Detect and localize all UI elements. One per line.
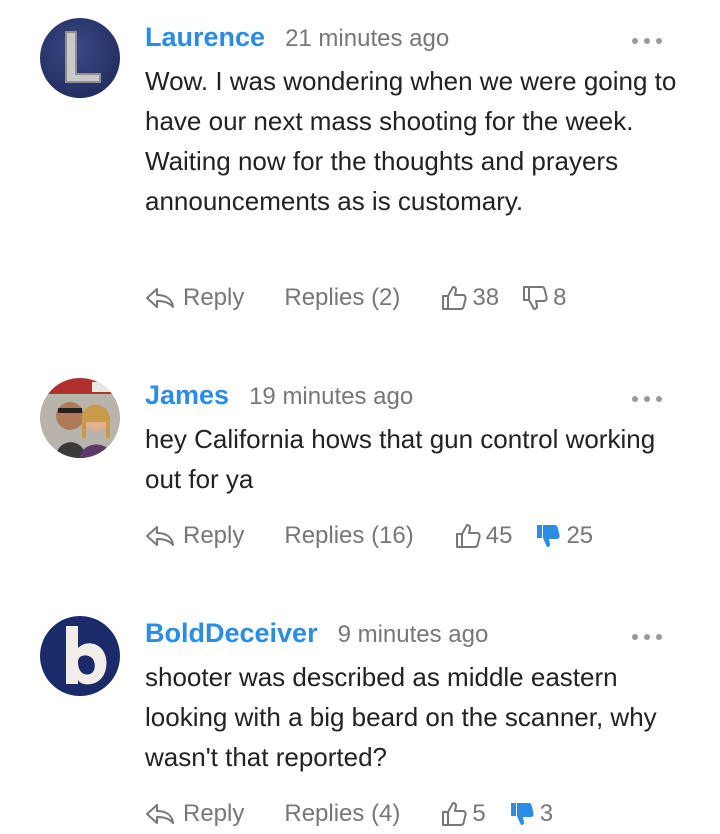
replies-button[interactable]: Replies (4): [284, 800, 400, 828]
timestamp: 9 minutes ago: [337, 621, 489, 648]
reply-label: Reply: [183, 284, 245, 311]
comment-actions: Reply Replies (4) 5 3: [145, 794, 553, 834]
upvote-count: 5: [472, 800, 486, 827]
letter-b-avatar-icon: [40, 616, 120, 696]
timestamp: 21 minutes ago: [285, 25, 450, 52]
comment-text: Wow. I was wondering when we were going …: [145, 66, 677, 216]
comment-text: hey California hows that gun control wor…: [145, 424, 656, 494]
comment-actions: Reply Replies (2) 38 8: [145, 278, 566, 318]
comment-header: BoldDeceiver 9 minutes ago: [145, 618, 488, 654]
replies-label: Replies (4): [284, 800, 401, 827]
author-name[interactable]: James: [145, 380, 229, 411]
comment-header: James 19 minutes ago: [145, 380, 413, 416]
downvote-count: 8: [553, 284, 567, 311]
thumbs-down-filled-icon: [510, 803, 534, 825]
downvote-count: 25: [566, 522, 594, 549]
downvote-button[interactable]: 25: [534, 522, 593, 550]
upvote-button[interactable]: 45: [454, 522, 513, 550]
upvote-count: 38: [472, 284, 500, 311]
upvote-count: 45: [485, 522, 513, 549]
author-name[interactable]: BoldDeceiver: [145, 618, 318, 649]
reply-label: Reply: [183, 800, 245, 827]
upvote-button[interactable]: 38: [440, 284, 499, 312]
replies-button[interactable]: Replies (2): [284, 284, 400, 312]
comment-header: Laurence 21 minutes ago: [145, 22, 449, 58]
thumbs-up-icon: [442, 802, 468, 826]
replies-label: Replies (16): [284, 522, 414, 549]
reply-button[interactable]: Reply: [145, 284, 244, 312]
comment-actions: Reply Replies (16) 45 25: [145, 516, 593, 556]
avatar[interactable]: [40, 378, 120, 458]
user-photo-icon: [40, 378, 120, 458]
letter-l-avatar-icon: [40, 18, 120, 98]
thumbs-down-filled-icon: [537, 525, 561, 547]
reply-button[interactable]: Reply: [145, 800, 244, 828]
avatar[interactable]: [40, 616, 120, 696]
replies-label: Replies (2): [284, 284, 401, 311]
reply-arrow-icon: [146, 288, 174, 308]
timestamp: 19 minutes ago: [249, 383, 414, 410]
reply-button[interactable]: Reply: [145, 522, 244, 550]
more-options-icon[interactable]: [632, 394, 662, 404]
downvote-button[interactable]: 8: [521, 284, 566, 312]
thumbs-down-icon: [523, 286, 548, 310]
reply-arrow-icon: [146, 804, 174, 824]
downvote-button[interactable]: 3: [508, 800, 553, 828]
downvote-count: 3: [539, 800, 554, 827]
thumbs-up-icon: [442, 286, 468, 310]
more-options-icon[interactable]: [632, 36, 662, 46]
reply-arrow-icon: [146, 526, 174, 546]
author-name[interactable]: Laurence: [145, 22, 265, 53]
reply-label: Reply: [183, 522, 245, 549]
upvote-button[interactable]: 5: [440, 800, 486, 828]
thumbs-up-icon: [455, 524, 481, 548]
replies-button[interactable]: Replies (16): [284, 522, 413, 550]
comment-text: shooter was described as middle eastern …: [145, 662, 657, 772]
more-options-icon[interactable]: [632, 632, 662, 642]
avatar[interactable]: [40, 18, 120, 98]
